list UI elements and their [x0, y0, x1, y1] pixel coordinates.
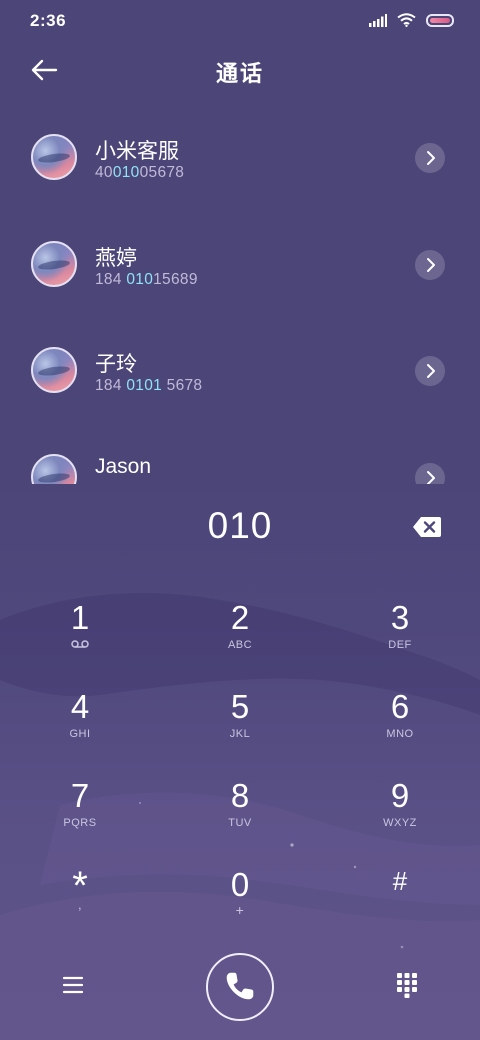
contact-number: 184 01015689: [95, 271, 198, 289]
number-suffix: 5678: [162, 377, 203, 394]
key-digit: #: [392, 866, 408, 896]
dialed-number: 010: [207, 505, 273, 546]
chevron-right-icon: [427, 471, 435, 484]
contact-number: 184 0101 5678: [95, 377, 202, 395]
key-digit: 6: [390, 688, 410, 725]
key-star[interactable]: * ,: [20, 865, 140, 945]
contact-name: 子玲: [95, 352, 137, 376]
contact-item[interactable]: Jason: [0, 420, 480, 484]
battery-level: [430, 17, 450, 23]
status-bar: 2:36: [0, 0, 480, 40]
avatar: [31, 454, 77, 484]
chevron-right-icon: [427, 364, 435, 378]
contact-name: 小米客服: [95, 139, 179, 163]
key-letters: WXYZ: [383, 817, 417, 829]
number-suffix: 05678: [139, 164, 185, 181]
key-letters: DEF: [388, 639, 412, 651]
number-prefix: 40: [95, 164, 113, 181]
key-digit: 1: [70, 599, 90, 636]
number-prefix: 184: [95, 377, 127, 394]
contact-detail-button[interactable]: [415, 143, 445, 173]
number-match: 0101: [126, 377, 163, 394]
key-digit: 9: [390, 777, 410, 814]
key-letters: ,: [77, 897, 83, 912]
call-button[interactable]: [206, 953, 274, 1021]
voicemail-icon: [20, 639, 140, 652]
number-match: 010: [112, 164, 140, 181]
key-digit: 7: [70, 777, 90, 814]
key-digit: 3: [390, 599, 410, 636]
contact-item[interactable]: 燕婷 184 01015689: [0, 207, 480, 303]
status-time: 2:36: [30, 11, 67, 30]
key-5[interactable]: 5 JKL: [180, 687, 300, 767]
key-letters: ABC: [227, 639, 253, 651]
key-3[interactable]: 3 DEF: [340, 598, 460, 678]
key-8[interactable]: 8 TUV: [180, 776, 300, 856]
key-6[interactable]: 6 MNO: [340, 687, 460, 767]
key-2[interactable]: 2 ABC: [180, 598, 300, 678]
dialpad-icon[interactable]: [396, 972, 418, 998]
key-letters: JKL: [229, 728, 251, 740]
chevron-right-icon: [427, 151, 435, 165]
key-7[interactable]: 7 PQRS: [20, 776, 140, 856]
contact-item[interactable]: 子玲 184 0101 5678: [0, 313, 480, 409]
key-letters: MNO: [386, 728, 414, 740]
header: 通话: [0, 48, 480, 94]
contact-suggestion-list[interactable]: 小米客服 4001005678 燕婷 184 01015689 子玲 184 0…: [0, 100, 480, 484]
battery-icon: [426, 13, 454, 27]
avatar: [31, 347, 77, 393]
contact-detail-button[interactable]: [415, 463, 445, 484]
key-digit: 4: [70, 688, 90, 725]
contact-name: 燕婷: [95, 246, 137, 270]
key-1[interactable]: 1: [20, 598, 140, 678]
contact-item[interactable]: 小米客服 4001005678: [0, 100, 480, 196]
contact-detail-button[interactable]: [415, 356, 445, 386]
key-digit: 0: [230, 866, 250, 903]
avatar: [31, 134, 77, 180]
key-0[interactable]: 0 +: [180, 865, 300, 945]
key-letters: GHI: [69, 728, 91, 740]
contact-detail-button[interactable]: [415, 250, 445, 280]
page-title: 通话: [215, 61, 264, 86]
key-letters: +: [235, 902, 245, 918]
bottom-bar: [0, 950, 480, 1030]
wifi-icon: [397, 13, 416, 27]
key-letters: PQRS: [63, 817, 97, 829]
contact-number: 4001005678: [95, 164, 184, 182]
key-4[interactable]: 4 GHI: [20, 687, 140, 767]
key-digit: 8: [230, 777, 250, 814]
number-prefix: 184: [95, 271, 127, 288]
number-match: 010: [126, 271, 154, 288]
key-letters: TUV: [228, 817, 252, 829]
key-9[interactable]: 9 WXYZ: [340, 776, 460, 856]
menu-icon[interactable]: [61, 973, 85, 997]
key-digit: 5: [230, 688, 250, 725]
signal-icon: [369, 13, 387, 27]
contact-name: Jason: [95, 455, 152, 478]
phone-icon: [226, 972, 254, 1000]
status-icons: [369, 13, 454, 27]
number-suffix: 15689: [153, 271, 198, 288]
key-hash[interactable]: #: [340, 865, 460, 945]
backspace-icon[interactable]: [412, 516, 442, 538]
key-digit: 2: [230, 599, 250, 636]
avatar: [31, 241, 77, 287]
chevron-right-icon: [427, 258, 435, 272]
